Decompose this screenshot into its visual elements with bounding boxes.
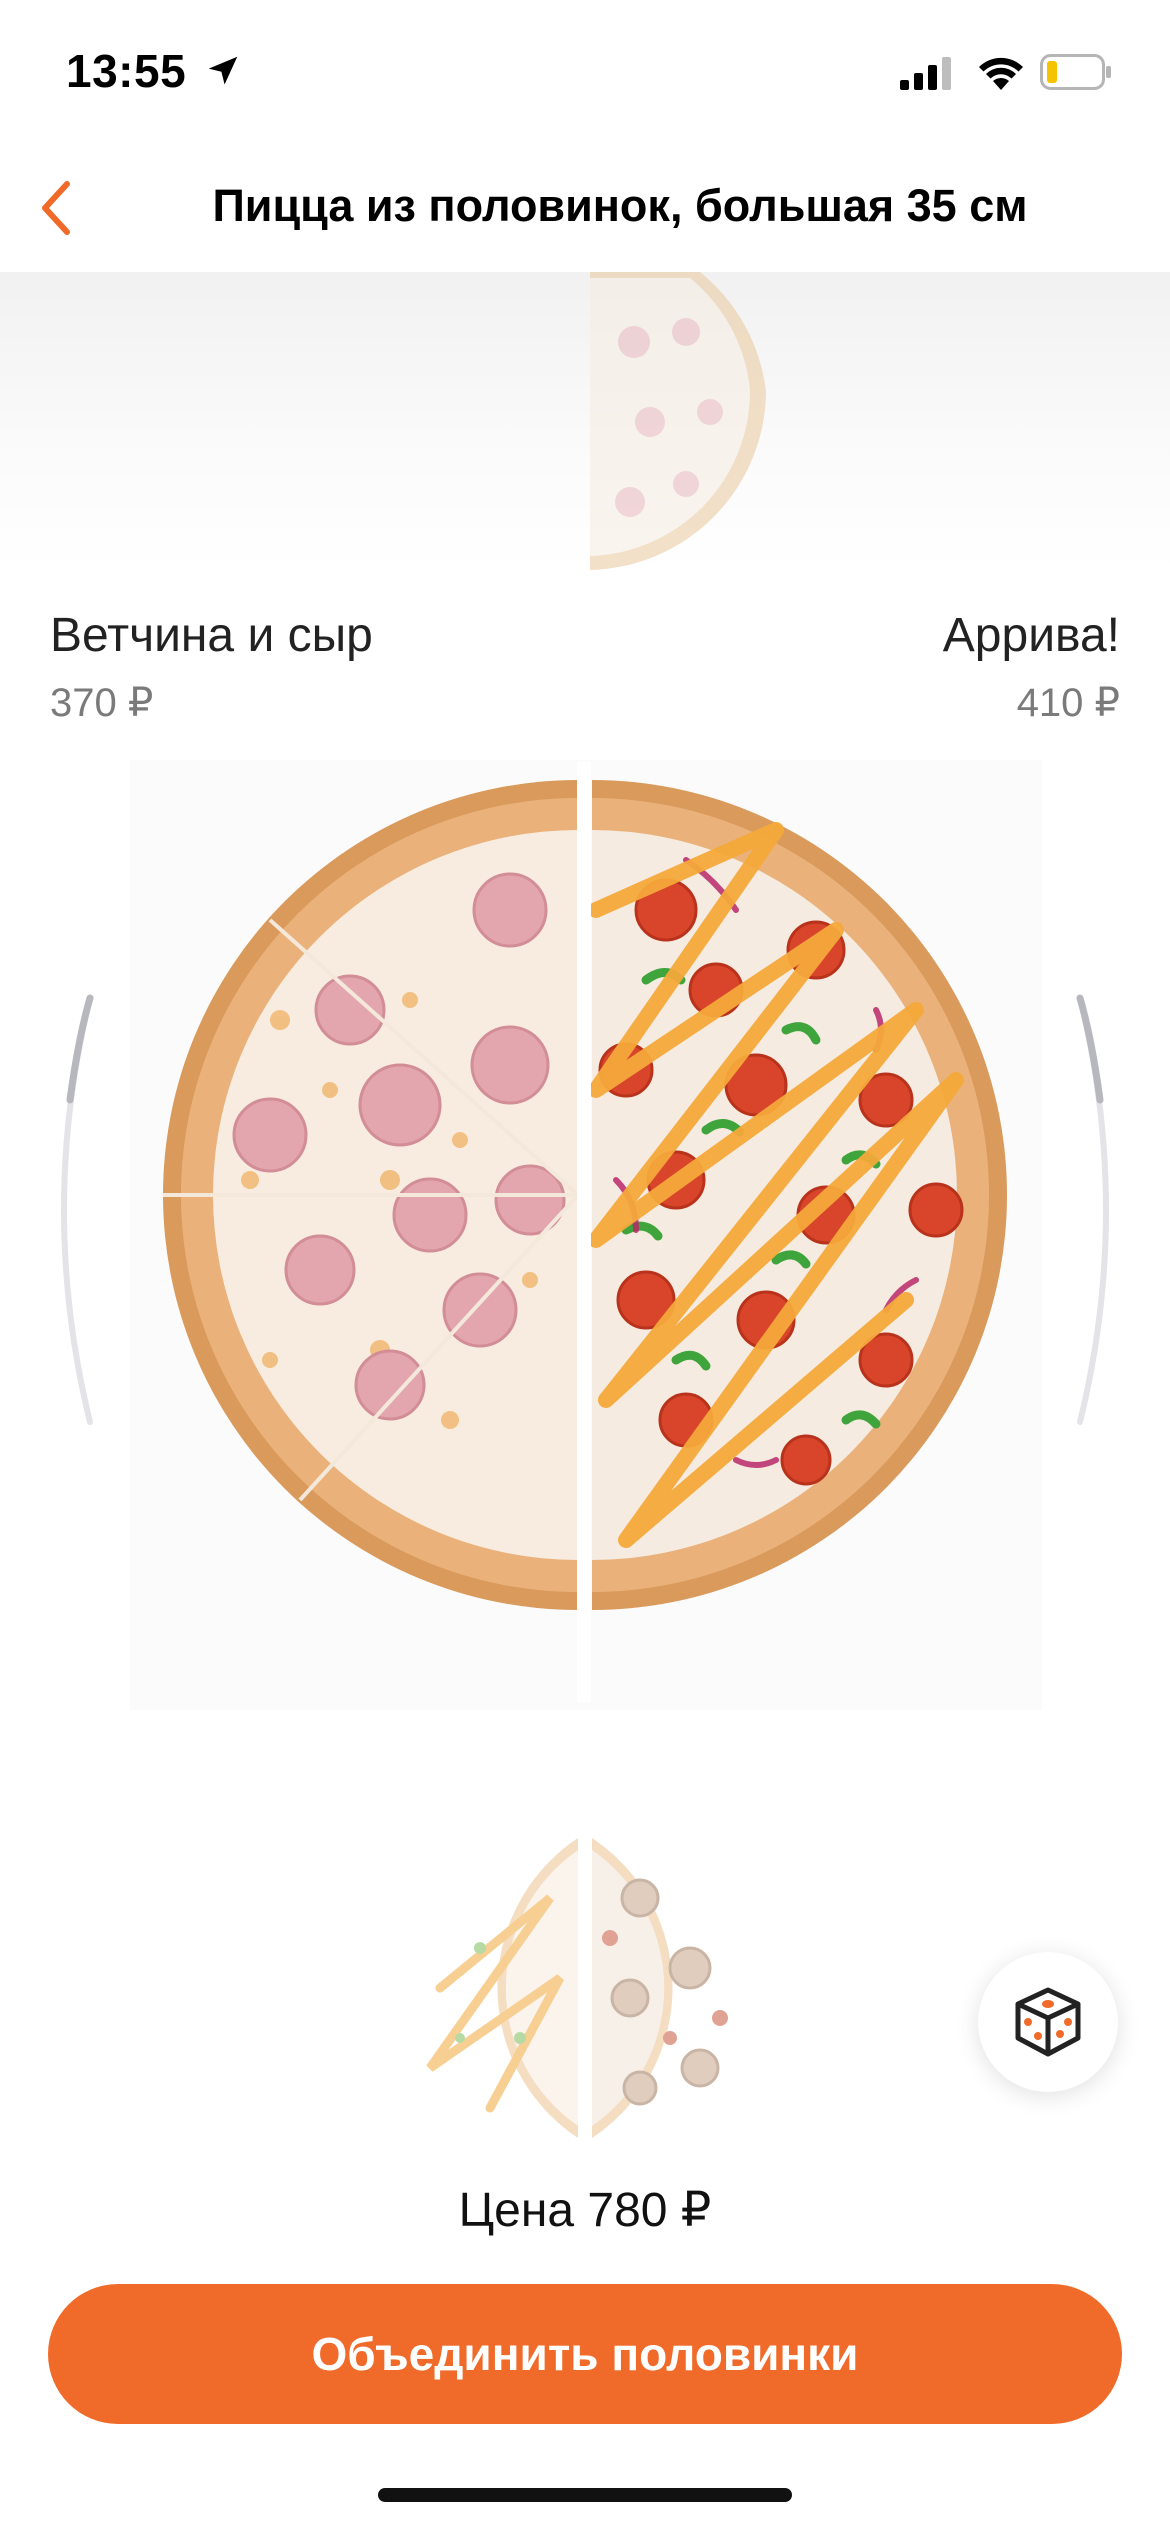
- pizza-right-half[interactable]: [586, 760, 1042, 1710]
- pizza-bottom-preview[interactable]: [400, 1838, 770, 2138]
- left-half-price: 370 ₽: [50, 681, 154, 725]
- pizza-right-half-preview[interactable]: [590, 272, 790, 582]
- center-divider: [577, 762, 591, 1702]
- battery-icon: [1040, 54, 1111, 90]
- combine-halves-button[interactable]: Объединить половинки: [48, 2284, 1122, 2424]
- left-scroll-arc[interactable]: [30, 990, 110, 1430]
- right-scroll-arc[interactable]: [1060, 990, 1140, 1430]
- right-half-price: 410 ₽: [1016, 681, 1120, 725]
- chevron-left-icon: [42, 181, 70, 235]
- status-time: 13:55: [66, 45, 187, 97]
- wifi-icon: [979, 57, 1023, 90]
- back-button[interactable]: [20, 170, 90, 246]
- total-price: Цена 780 ₽: [458, 2184, 712, 2237]
- home-indicator[interactable]: [378, 2488, 792, 2502]
- page-title: Пицца из половинок, большая 35 см: [212, 180, 1028, 231]
- carousel-top-fade: [0, 272, 1170, 572]
- location-arrow-icon: [208, 56, 238, 85]
- random-combo-button[interactable]: [978, 1952, 1118, 2092]
- pizza-left-half[interactable]: [130, 760, 586, 1710]
- cellular-signal-icon: [900, 57, 951, 90]
- right-half-name: Аррива!: [942, 609, 1120, 662]
- left-half-name: Ветчина и сыр: [50, 609, 373, 662]
- dice-icon: [1015, 1987, 1081, 2057]
